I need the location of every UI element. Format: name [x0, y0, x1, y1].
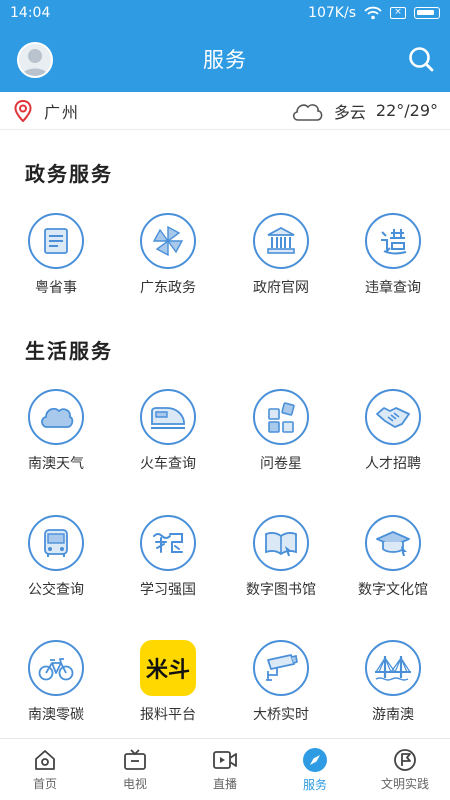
book-icon [265, 532, 297, 556]
service-item-travel[interactable]: 游南澳 [338, 640, 448, 724]
compass-icon [303, 747, 327, 772]
service-item-bus[interactable]: 公交查询 [1, 515, 111, 599]
service-item-xuexi[interactable]: 学习强国 [113, 515, 223, 599]
bicycle-icon [38, 658, 74, 681]
service-label: 游南澳 [372, 707, 414, 723]
bridge-icon [375, 656, 411, 681]
report-logo: 米斗 [140, 640, 196, 696]
survey-icon [268, 402, 295, 433]
cloud-icon [41, 407, 74, 428]
bus-icon [44, 529, 68, 557]
tab-tv[interactable]: 电视 [90, 739, 180, 800]
weather-condition: 多云 [333, 102, 366, 122]
service-item-train[interactable]: 火车查询 [113, 389, 223, 473]
search-icon[interactable] [407, 45, 435, 73]
city-name: 广州 [44, 102, 81, 122]
service-item-violation-query[interactable]: 违章查询 [338, 213, 448, 297]
wifi-icon [364, 6, 382, 20]
service-item-bridge-live[interactable]: 大桥实时 [226, 640, 336, 724]
location[interactable]: 广州 [14, 99, 80, 123]
location-pin-icon [14, 99, 32, 122]
service-label: 学习强国 [140, 582, 196, 598]
service-label: 火车查询 [140, 456, 196, 472]
government-building-icon [267, 226, 295, 254]
pinwheel-icon [152, 225, 184, 257]
tab-service[interactable]: 服务 [270, 739, 360, 800]
tv-icon [124, 748, 146, 770]
service-label: 南澳零碳 [28, 707, 84, 723]
app-header: 服务 [0, 26, 450, 92]
cloud-weather-icon [292, 103, 323, 121]
home-icon [35, 749, 55, 770]
service-label: 数字文化馆 [358, 582, 428, 598]
service-label: 广东政务 [140, 280, 196, 296]
no-sim-icon: × [390, 7, 406, 19]
user-icon [22, 49, 48, 76]
service-item-gov-website[interactable]: 政府官网 [226, 213, 336, 297]
temperature-range: 22°/29° [375, 101, 438, 120]
live-video-icon [213, 750, 237, 769]
service-label: 问卷星 [260, 456, 302, 472]
weather-bar: 广州 多云 22°/29° [0, 92, 450, 130]
tab-label: 服务 [302, 777, 327, 792]
camera-icon [266, 654, 298, 681]
tab-label: 直播 [212, 776, 237, 791]
service-item-weather[interactable]: 南澳天气 [1, 389, 111, 473]
service-item-library[interactable]: 数字图书馆 [226, 515, 336, 599]
document-icon [44, 228, 68, 254]
service-item-culture[interactable]: 数字文化馆 [338, 515, 448, 599]
avatar[interactable] [17, 42, 53, 78]
service-label: 南澳天气 [28, 456, 84, 472]
tab-live[interactable]: 直播 [180, 739, 270, 800]
section-title-gov: 政务服务 [25, 162, 113, 186]
service-label: 大桥实时 [253, 707, 309, 723]
service-item-recruitment[interactable]: 人才招聘 [338, 389, 448, 473]
network-speed: 107K/s [308, 5, 356, 21]
service-item-zero-carbon[interactable]: 南澳零碳 [1, 640, 111, 724]
tab-label: 文明实践 [380, 776, 429, 791]
service-label: 违章查询 [365, 280, 421, 296]
train-icon [151, 407, 185, 429]
service-label: 政府官网 [253, 280, 309, 296]
tab-label: 首页 [32, 776, 57, 791]
service-item-report[interactable]: 米斗 报料平台 [113, 640, 223, 724]
violation-icon [381, 229, 407, 255]
status-bar: 14:04 107K/s × [0, 0, 450, 26]
status-time: 14:04 [10, 5, 51, 21]
bottom-tab-bar: 首页 电视 直播 服务 文明实践 [0, 738, 450, 800]
service-label: 公交查询 [28, 582, 84, 598]
mortarboard-icon [376, 531, 410, 556]
flag-circle-icon [394, 748, 416, 771]
service-label: 人才招聘 [365, 456, 421, 472]
service-label: 数字图书馆 [246, 582, 316, 598]
page-title: 服务 [203, 48, 247, 72]
service-item-yueshengshi[interactable]: 粤省事 [1, 213, 111, 297]
service-item-survey[interactable]: 问卷星 [226, 389, 336, 473]
service-label: 报料平台 [140, 707, 196, 723]
section-title-life: 生活服务 [25, 339, 113, 363]
tab-home[interactable]: 首页 [0, 739, 90, 800]
handshake-icon [376, 407, 410, 428]
service-item-guangdong-gov[interactable]: 广东政务 [113, 213, 223, 297]
study-icon [153, 533, 183, 553]
tab-label: 电视 [122, 776, 147, 791]
battery-icon [414, 7, 440, 19]
service-label: 粤省事 [35, 280, 77, 296]
tab-civilization[interactable]: 文明实践 [360, 739, 450, 800]
